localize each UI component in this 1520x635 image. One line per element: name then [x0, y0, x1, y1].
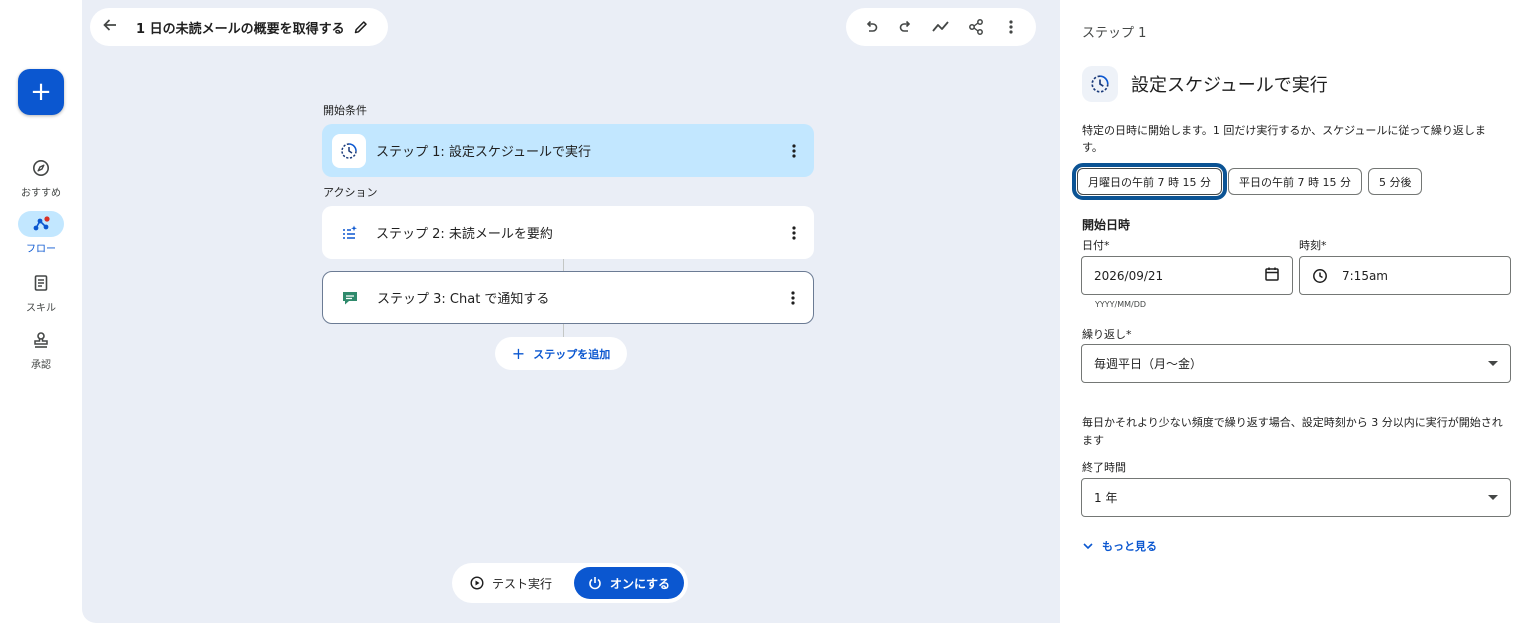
undo-icon[interactable]	[857, 13, 885, 41]
step-menu-icon[interactable]	[784, 143, 804, 159]
nav-label-approvals: 承認	[31, 360, 51, 371]
nav-item-skills[interactable]: スキル	[0, 270, 82, 314]
test-run-label: テスト実行	[492, 576, 553, 591]
nav-label-skills: スキル	[26, 303, 56, 314]
back-arrow-icon[interactable]	[102, 17, 122, 38]
clock-icon	[1312, 268, 1328, 284]
run-controls: テスト実行 オンにする	[452, 563, 688, 603]
step-menu-icon[interactable]	[783, 290, 803, 306]
preset-chips: 月曜日の午前 7 時 15 分 平日の午前 7 時 15 分 5 分後	[1072, 163, 1423, 200]
flow-canvas: 1 日の未読メールの概要を取得する 開始条件 ステップ 1: 設定スケジュールで…	[82, 0, 1060, 623]
preset-chip[interactable]: 5 分後	[1367, 168, 1423, 195]
start-datetime-heading: 開始日時	[1082, 218, 1131, 232]
skill-icon	[18, 270, 64, 296]
panel-step-caption: ステップ 1	[1082, 26, 1147, 41]
play-circle-icon	[470, 576, 484, 590]
dropdown-arrow-icon	[1488, 361, 1498, 366]
time-label: 時刻*	[1299, 239, 1327, 252]
preset-chip[interactable]: 平日の午前 7 時 15 分	[1227, 168, 1362, 195]
nav-label-flows: フロー	[26, 244, 56, 255]
step-card-3[interactable]: ステップ 3: Chat で通知する	[322, 271, 814, 324]
toolbar	[846, 8, 1036, 46]
title-bar: 1 日の未読メールの概要を取得する	[90, 8, 388, 46]
date-helper-text: YYYY/MM/DD	[1095, 300, 1147, 309]
end-time-value: 1 年	[1094, 491, 1118, 505]
navigation-rail: + おすすめ フロー スキル 承認	[0, 0, 82, 635]
step-card-1[interactable]: ステップ 1: 設定スケジュールで実行	[322, 124, 814, 177]
chevron-down-icon	[1082, 540, 1094, 552]
step-label: ステップ 2: 未読メールを要約	[376, 227, 553, 242]
step-menu-icon[interactable]	[784, 225, 804, 241]
step-label: ステップ 1: 設定スケジュールで実行	[376, 145, 592, 160]
time-field[interactable]: 7:15am	[1299, 256, 1511, 295]
preset-chip[interactable]: 月曜日の午前 7 時 15 分	[1072, 163, 1227, 200]
edit-pencil-icon[interactable]	[353, 19, 369, 35]
approval-icon	[18, 327, 64, 353]
step-card-2[interactable]: ステップ 2: 未読メールを要約	[322, 206, 814, 259]
add-step-label: ステップを追加	[533, 347, 611, 361]
compass-icon	[18, 155, 64, 181]
end-time-heading: 終了時間	[1082, 461, 1126, 474]
plus-icon: +	[511, 344, 526, 363]
nav-item-approvals[interactable]: 承認	[0, 327, 82, 371]
panel-description: 特定の日時に開始します。1 回だけ実行するか、スケジュールに従って繰り返します。	[1082, 124, 1486, 154]
dropdown-arrow-icon	[1488, 495, 1498, 500]
repeat-label: 繰り返し*	[1082, 328, 1132, 341]
turn-on-label: オンにする	[609, 576, 671, 591]
activity-icon[interactable]	[927, 13, 955, 41]
more-vert-icon[interactable]	[997, 13, 1025, 41]
step-settings-panel: ステップ 1 設定スケジュールで実行 特定の日時に開始します。1 回だけ実行する…	[1061, 4, 1520, 618]
summarize-icon	[332, 215, 366, 250]
add-step-button[interactable]: + ステップを追加	[495, 337, 627, 370]
nav-item-flows[interactable]: フロー	[0, 211, 82, 255]
repeat-select[interactable]: 毎週平日（月〜金）	[1081, 344, 1511, 383]
turn-on-button[interactable]: オンにする	[574, 567, 684, 599]
repeat-note: 毎日かそれより少ない頻度で繰り返す場合、設定時刻から 3 分以内に実行が開始され…	[1082, 416, 1503, 447]
date-field[interactable]: 2026/09/21	[1081, 256, 1293, 295]
redo-icon[interactable]	[892, 13, 920, 41]
step-label: ステップ 3: Chat で通知する	[377, 292, 550, 307]
repeat-value: 毎週平日（月〜金）	[1094, 357, 1203, 371]
power-icon	[588, 576, 602, 590]
nav-item-recommended[interactable]: おすすめ	[0, 155, 82, 199]
date-label: 日付*	[1082, 239, 1110, 252]
schedule-icon	[1082, 66, 1118, 102]
step-connector	[563, 324, 564, 337]
calendar-icon[interactable]	[1264, 266, 1280, 285]
plus-icon: +	[30, 77, 52, 107]
date-value: 2026/09/21	[1094, 268, 1164, 283]
chat-icon	[333, 280, 367, 315]
share-icon[interactable]	[962, 13, 990, 41]
schedule-icon	[332, 133, 366, 168]
trigger-section-label: 開始条件	[323, 104, 367, 117]
show-more-button[interactable]: もっと見る	[1082, 538, 1157, 554]
show-more-label: もっと見る	[1102, 540, 1157, 553]
step-connector	[563, 259, 564, 271]
create-button[interactable]: +	[18, 69, 64, 115]
flow-title[interactable]: 1 日の未読メールの概要を取得する	[136, 18, 345, 37]
time-value: 7:15am	[1342, 268, 1388, 283]
end-time-select[interactable]: 1 年	[1081, 478, 1511, 517]
flow-icon	[18, 211, 64, 237]
panel-title: 設定スケジュールで実行	[1131, 75, 1328, 96]
action-section-label: アクション	[323, 186, 378, 199]
test-run-button[interactable]: テスト実行	[470, 575, 552, 592]
nav-label-recommended: おすすめ	[21, 188, 61, 199]
